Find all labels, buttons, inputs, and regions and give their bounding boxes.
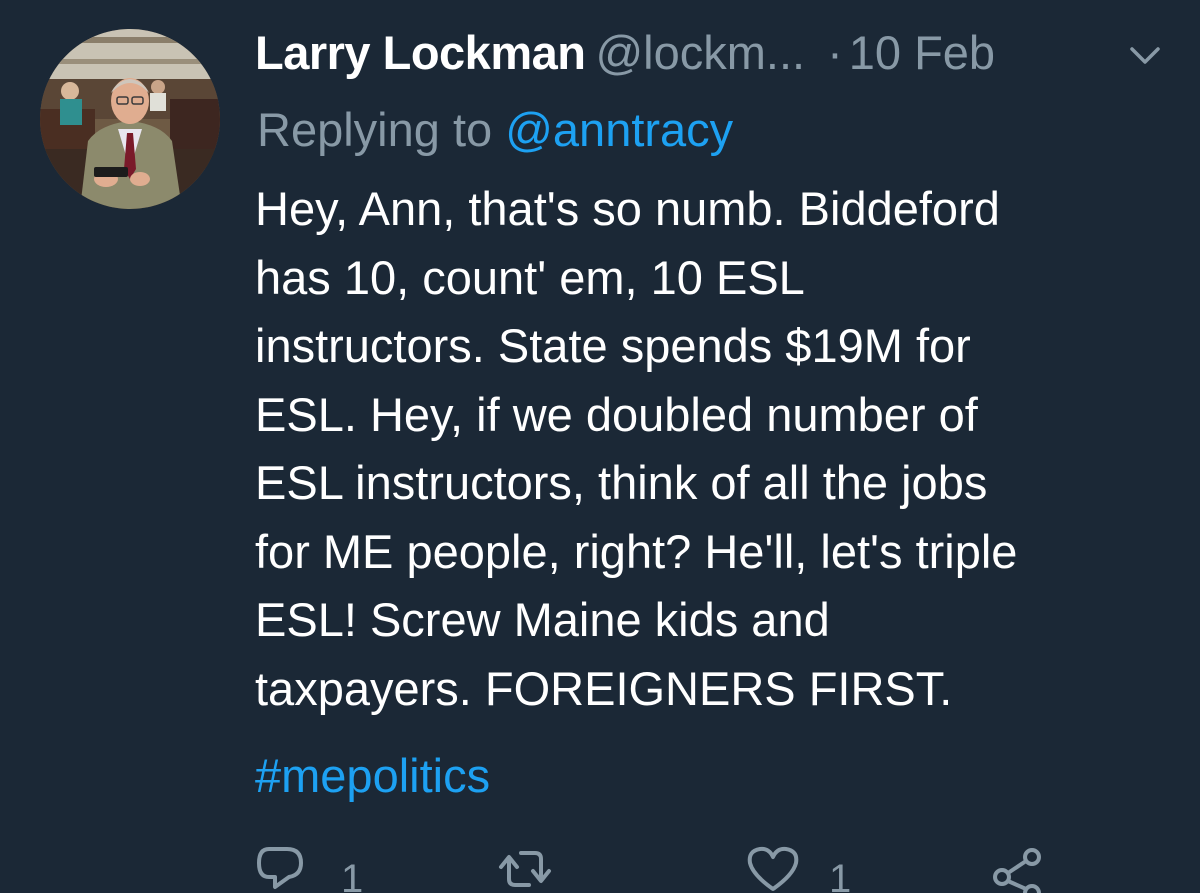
share-icon <box>993 848 1041 893</box>
replying-to-label: Replying to <box>257 103 493 156</box>
separator-dot: · <box>827 26 843 79</box>
replying-to: Replying to @anntracy <box>257 100 733 160</box>
tweet-actions: 1 1 <box>0 845 1200 893</box>
heart-icon <box>747 846 799 891</box>
author-name[interactable]: Larry Lockman <box>255 26 586 79</box>
like-count: 1 <box>829 857 852 893</box>
hashtag-link[interactable]: #mepolitics <box>255 742 490 810</box>
reply-button[interactable]: 1 <box>255 845 375 893</box>
reply-icon <box>257 847 303 889</box>
replying-to-handle[interactable]: @anntracy <box>505 103 733 156</box>
retweet-button[interactable] <box>495 845 575 893</box>
tweet: Larry Lockman @lockm... · 10 Feb Replying t… <box>0 0 1200 893</box>
reply-count: 1 <box>341 857 364 893</box>
tweet-date[interactable]: 10 Feb <box>849 26 995 79</box>
author-handle[interactable]: @lockm... <box>595 26 805 79</box>
avatar-photo <box>40 29 220 209</box>
tweet-text: Hey, Ann, that's so numb. Biddeford has … <box>255 182 1018 715</box>
avatar[interactable] <box>40 29 220 209</box>
tweet-header: Larry Lockman @lockm... · 10 Feb <box>255 22 1185 86</box>
like-button[interactable]: 1 <box>745 845 865 893</box>
share-button[interactable] <box>988 845 1048 893</box>
chevron-down-icon[interactable] <box>1128 44 1162 68</box>
retweet-icon <box>499 851 551 887</box>
